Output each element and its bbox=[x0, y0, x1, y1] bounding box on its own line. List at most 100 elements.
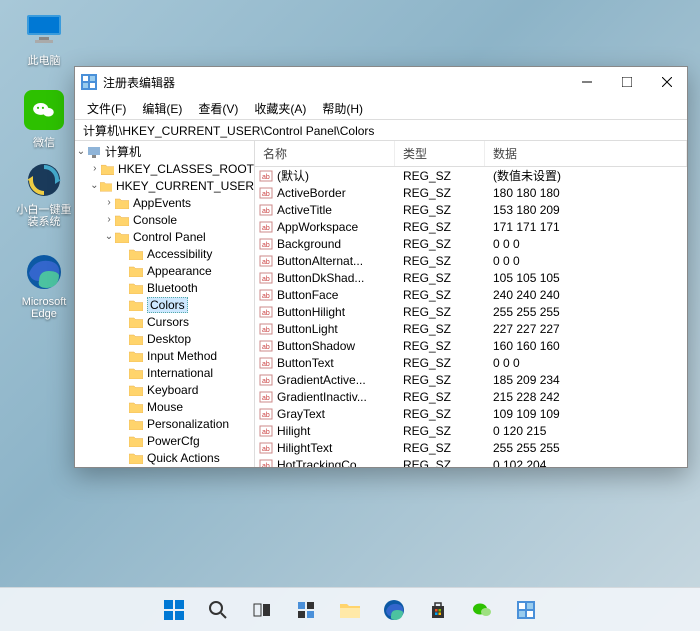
value-type: REG_SZ bbox=[395, 305, 485, 319]
value-row[interactable]: abButtonFaceREG_SZ240 240 240 bbox=[255, 286, 687, 303]
desktop-icon-label: 此电脑 bbox=[14, 52, 74, 68]
taskbar-edge[interactable] bbox=[375, 591, 413, 629]
tree-item[interactable]: Bluetooth bbox=[75, 279, 254, 296]
col-type[interactable]: 类型 bbox=[395, 141, 485, 166]
tree-item-label: Cursors bbox=[147, 315, 189, 329]
value-row[interactable]: abButtonAlternat...REG_SZ0 0 0 bbox=[255, 252, 687, 269]
folder-icon bbox=[339, 600, 361, 620]
tree-item[interactable]: International bbox=[75, 364, 254, 381]
regedit-icon bbox=[81, 74, 97, 90]
tree-item[interactable]: ⌄Control Panel bbox=[75, 228, 254, 245]
taskbar-wechat[interactable] bbox=[463, 591, 501, 629]
value-data: 0 0 0 bbox=[485, 254, 687, 268]
value-row[interactable]: abGradientInactiv...REG_SZ215 228 242 bbox=[255, 388, 687, 405]
desktop-icon-label: 微信 bbox=[14, 134, 74, 150]
widgets-button[interactable] bbox=[287, 591, 325, 629]
tree-item[interactable]: Sound bbox=[75, 466, 254, 467]
menu-item[interactable]: 收藏夹(A) bbox=[250, 98, 310, 119]
value-row[interactable]: abButtonShadowREG_SZ160 160 160 bbox=[255, 337, 687, 354]
value-data: 0 120 215 bbox=[485, 424, 687, 438]
minimize-button[interactable] bbox=[567, 67, 607, 97]
value-data: 0 102 204 bbox=[485, 458, 687, 468]
value-row[interactable]: abAppWorkspaceREG_SZ171 171 171 bbox=[255, 218, 687, 235]
col-data[interactable]: 数据 bbox=[485, 141, 687, 166]
value-type: REG_SZ bbox=[395, 254, 485, 268]
svg-text:ab: ab bbox=[262, 276, 270, 283]
tree-item[interactable]: ⌄HKEY_CURRENT_USER bbox=[75, 177, 254, 194]
string-value-icon: ab bbox=[259, 407, 273, 421]
tree-item[interactable]: Quick Actions bbox=[75, 449, 254, 466]
value-row[interactable]: abButtonTextREG_SZ0 0 0 bbox=[255, 354, 687, 371]
taskbar-explorer[interactable] bbox=[331, 591, 369, 629]
value-row[interactable]: abGrayTextREG_SZ109 109 109 bbox=[255, 405, 687, 422]
value-type: REG_SZ bbox=[395, 203, 485, 217]
close-button[interactable] bbox=[647, 67, 687, 97]
value-type: REG_SZ bbox=[395, 407, 485, 421]
value-row[interactable]: abButtonHilightREG_SZ255 255 255 bbox=[255, 303, 687, 320]
value-name: GradientActive... bbox=[277, 373, 366, 387]
tree-item[interactable]: PowerCfg bbox=[75, 432, 254, 449]
desktop-icon-reinstall-tool[interactable]: 小白一键重装系统 bbox=[14, 160, 74, 228]
tree-item[interactable]: Cursors bbox=[75, 313, 254, 330]
tree-item[interactable]: Mouse bbox=[75, 398, 254, 415]
menu-item[interactable]: 编辑(E) bbox=[138, 98, 186, 119]
string-value-icon: ab bbox=[259, 390, 273, 404]
tree-item-label: Console bbox=[133, 213, 177, 227]
chevron-icon: ⌄ bbox=[89, 180, 100, 191]
regedit-window: 注册表编辑器 文件(F) 编辑(E) 查看(V) 收藏夹(A) 帮助(H) 计算机\HK… bbox=[74, 66, 688, 468]
value-row[interactable]: ab(默认)REG_SZ(数值未设置) bbox=[255, 167, 687, 184]
value-row[interactable]: abActiveBorderREG_SZ180 180 180 bbox=[255, 184, 687, 201]
desktop-icon-this-pc[interactable]: 此电脑 bbox=[14, 8, 74, 68]
value-row[interactable]: abGradientActive...REG_SZ185 209 234 bbox=[255, 371, 687, 388]
string-value-icon: ab bbox=[259, 288, 273, 302]
value-data: 255 255 255 bbox=[485, 305, 687, 319]
tree-item[interactable]: Colors bbox=[75, 296, 254, 313]
value-row[interactable]: abButtonDkShad...REG_SZ105 105 105 bbox=[255, 269, 687, 286]
menu-item[interactable]: 查看(V) bbox=[194, 98, 242, 119]
menu-item[interactable]: 帮助(H) bbox=[318, 98, 367, 119]
svg-text:ab: ab bbox=[262, 361, 270, 368]
desktop-icon-edge[interactable]: Microsoft Edge bbox=[14, 252, 74, 320]
value-row[interactable]: abHilightREG_SZ0 120 215 bbox=[255, 422, 687, 439]
value-data: 171 171 171 bbox=[485, 220, 687, 234]
tree-item[interactable]: Appearance bbox=[75, 262, 254, 279]
value-row[interactable]: abBackgroundREG_SZ0 0 0 bbox=[255, 235, 687, 252]
start-button[interactable] bbox=[155, 591, 193, 629]
menu-item[interactable]: 文件(F) bbox=[83, 98, 130, 119]
tree-item[interactable]: Input Method bbox=[75, 347, 254, 364]
value-row[interactable]: abActiveTitleREG_SZ153 180 209 bbox=[255, 201, 687, 218]
tree-item[interactable]: ›Console bbox=[75, 211, 254, 228]
tree-item-label: Input Method bbox=[147, 349, 217, 363]
menubar: 文件(F) 编辑(E) 查看(V) 收藏夹(A) 帮助(H) bbox=[75, 97, 687, 119]
tree-item[interactable]: Accessibility bbox=[75, 245, 254, 262]
tree-view[interactable]: ⌄计算机›HKEY_CLASSES_ROOT⌄HKEY_CURRENT_USER… bbox=[75, 141, 255, 467]
list-view[interactable]: 名称 类型 数据 ab(默认)REG_SZ(数值未设置)abActiveBord… bbox=[255, 141, 687, 467]
taskbar bbox=[0, 587, 700, 631]
value-data: (数值未设置) bbox=[485, 167, 687, 184]
search-button[interactable] bbox=[199, 591, 237, 629]
value-row[interactable]: abHilightTextREG_SZ255 255 255 bbox=[255, 439, 687, 456]
value-row[interactable]: abHotTrackingCo...REG_SZ0 102 204 bbox=[255, 456, 687, 467]
tree-item[interactable]: ⌄计算机 bbox=[75, 143, 254, 160]
tree-item[interactable]: ›AppEvents bbox=[75, 194, 254, 211]
tree-item[interactable]: Personalization bbox=[75, 415, 254, 432]
edge-icon bbox=[383, 599, 405, 621]
col-name[interactable]: 名称 bbox=[255, 141, 395, 166]
task-view-icon bbox=[252, 600, 272, 620]
value-name: ButtonShadow bbox=[277, 339, 355, 353]
tree-item[interactable]: Keyboard bbox=[75, 381, 254, 398]
store-icon bbox=[428, 600, 448, 620]
value-type: REG_SZ bbox=[395, 169, 485, 183]
chevron-icon: › bbox=[103, 197, 115, 208]
desktop-icon-wechat[interactable]: 微信 bbox=[14, 90, 74, 150]
address-bar[interactable]: 计算机\HKEY_CURRENT_USER\Control Panel\Colo… bbox=[75, 119, 687, 141]
windows-icon bbox=[163, 599, 185, 621]
titlebar[interactable]: 注册表编辑器 bbox=[75, 67, 687, 97]
task-view-button[interactable] bbox=[243, 591, 281, 629]
tree-item[interactable]: Desktop bbox=[75, 330, 254, 347]
taskbar-store[interactable] bbox=[419, 591, 457, 629]
value-row[interactable]: abButtonLightREG_SZ227 227 227 bbox=[255, 320, 687, 337]
taskbar-regedit[interactable] bbox=[507, 591, 545, 629]
maximize-button[interactable] bbox=[607, 67, 647, 97]
tree-item[interactable]: ›HKEY_CLASSES_ROOT bbox=[75, 160, 254, 177]
